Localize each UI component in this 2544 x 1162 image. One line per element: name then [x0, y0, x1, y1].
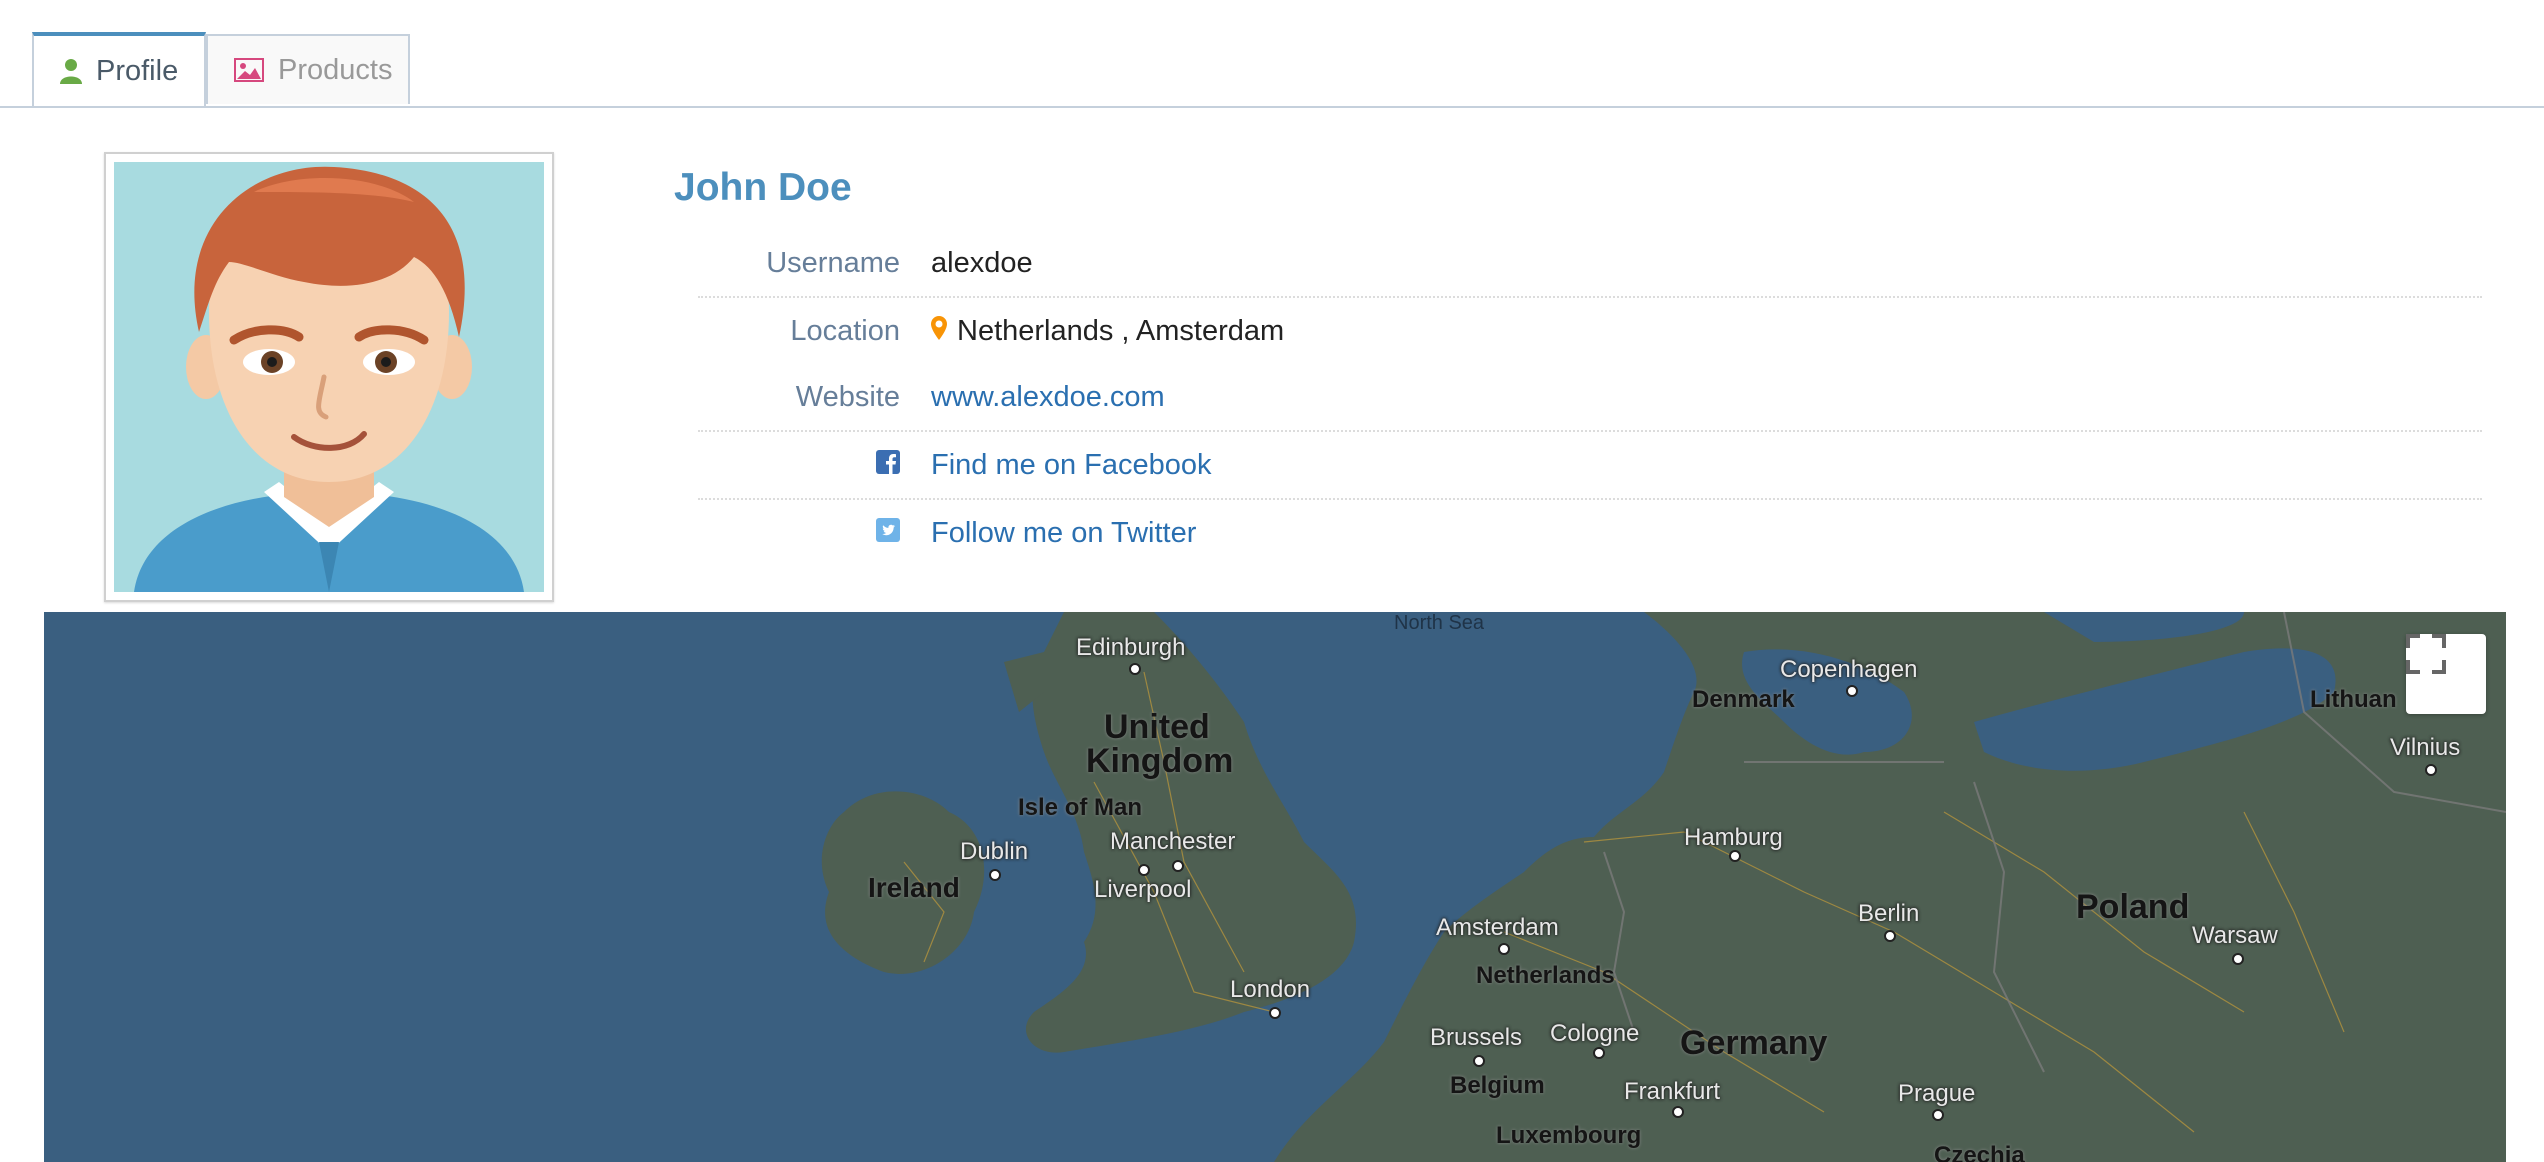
- profile-info-table: Username alexdoe Location Netherlands , …: [698, 230, 2482, 566]
- twitter-value-container: Follow me on Twitter: [931, 500, 1196, 566]
- map-label-united: United: [1104, 708, 1210, 746]
- facebook-icon[interactable]: [876, 432, 900, 498]
- location-value: Netherlands , Amsterdam: [931, 298, 1284, 364]
- map-label-hamburg: Hamburg: [1684, 824, 1783, 851]
- map-fullscreen-button[interactable]: [2406, 634, 2486, 714]
- twitter-icon-cell: [698, 500, 900, 566]
- twitter-link[interactable]: Follow me on Twitter: [931, 500, 1196, 566]
- tab-profile-label: Profile: [96, 54, 179, 87]
- username-value: alexdoe: [931, 247, 1033, 279]
- facebook-icon-cell: [698, 432, 900, 498]
- map-label-london: London: [1230, 976, 1311, 1003]
- map-label-berlin: Berlin: [1858, 900, 1920, 927]
- map-canvas: [44, 612, 2506, 1162]
- map-label-kingdom: Kingdom: [1086, 742, 1234, 780]
- map-marker-icon: [931, 298, 947, 364]
- profile-name: John Doe: [674, 166, 852, 209]
- map-label-germany: Germany: [1680, 1024, 1828, 1062]
- location-label: Location: [790, 315, 900, 347]
- avatar-image: [114, 162, 544, 592]
- map-label-isle-of-man: Isle of Man: [1018, 794, 1143, 821]
- map-label-luxembourg: Luxembourg: [1496, 1122, 1642, 1149]
- tab-profile[interactable]: Profile: [32, 32, 206, 106]
- map-label-belgium: Belgium: [1450, 1072, 1545, 1099]
- avatar: [104, 152, 554, 602]
- map-label-vilnius: Vilnius: [2390, 734, 2461, 761]
- image-icon: [234, 58, 264, 82]
- map-label-brussels: Brussels: [1430, 1024, 1523, 1051]
- map-label-north-sea: North Sea: [1394, 612, 1485, 634]
- map-label-manchester: Manchester: [1110, 828, 1236, 855]
- map-label-amsterdam: Amsterdam: [1436, 914, 1559, 941]
- facebook-value-container: Find me on Facebook: [931, 432, 1211, 498]
- map-label-liverpool: Liverpool: [1094, 876, 1192, 903]
- map-label-netherlands: Netherlands: [1476, 962, 1615, 989]
- map-label-dublin: Dublin: [960, 838, 1029, 865]
- username-label: Username: [766, 247, 900, 279]
- map-label-prague: Prague: [1898, 1080, 1976, 1107]
- map-label-edinburgh: Edinburgh: [1076, 634, 1186, 661]
- profile-row-username: Username alexdoe: [698, 230, 2482, 298]
- map-label-lithuania: Lithuan: [2310, 686, 2397, 713]
- map-label-copenhagen: Copenhagen: [1780, 656, 1918, 683]
- location-map[interactable]: North Sea Edinburgh Copenhagen Denmark L…: [44, 612, 2506, 1162]
- profile-row-facebook: Find me on Facebook: [698, 432, 2482, 500]
- map-label-denmark: Denmark: [1692, 686, 1795, 713]
- tab-products-label: Products: [278, 53, 393, 86]
- location-city: , Amsterdam: [1121, 315, 1285, 347]
- map-label-ireland: Ireland: [868, 872, 960, 903]
- tab-bar: Profile Products: [0, 0, 2544, 108]
- tab-products[interactable]: Products: [206, 34, 410, 104]
- website-value-container: www.alexdoe.com: [931, 364, 1165, 430]
- twitter-icon[interactable]: [876, 500, 900, 566]
- map-label-frankfurt: Frankfurt: [1624, 1078, 1721, 1105]
- map-label-warsaw: Warsaw: [2192, 922, 2278, 949]
- website-label: Website: [795, 381, 900, 413]
- profile-row-location: Location Netherlands , Amsterdam: [698, 298, 2482, 364]
- map-label-cologne: Cologne: [1550, 1020, 1640, 1047]
- user-icon: [60, 58, 82, 84]
- website-link[interactable]: www.alexdoe.com: [931, 364, 1165, 430]
- map-label-poland: Poland: [2076, 888, 2190, 926]
- map-label-czechia: Czechia: [1934, 1142, 2025, 1162]
- profile-row-twitter: Follow me on Twitter: [698, 500, 2482, 566]
- profile-row-website: Website www.alexdoe.com: [698, 364, 2482, 432]
- facebook-link[interactable]: Find me on Facebook: [931, 432, 1211, 498]
- location-country: Netherlands: [957, 315, 1114, 347]
- fullscreen-icon: [2406, 634, 2446, 674]
